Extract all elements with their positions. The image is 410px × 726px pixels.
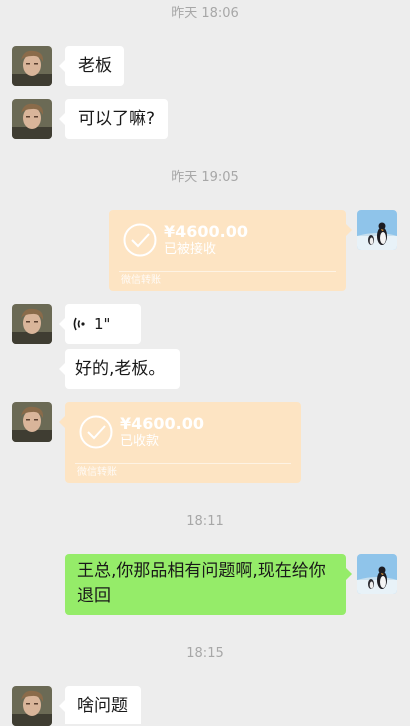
transfer-divider xyxy=(119,271,336,272)
transfer-status: 已被接收 xyxy=(164,242,217,257)
check-circle-icon xyxy=(79,415,113,449)
timestamp: 昨天 18:06 xyxy=(171,6,239,21)
contact-avatar[interactable] xyxy=(12,402,52,442)
message-text: 可以了嘛? xyxy=(78,109,156,129)
voice-message-bubble[interactable]: 1" xyxy=(59,304,141,344)
transfer-status: 已收款 xyxy=(120,434,160,449)
transfer-divider xyxy=(75,463,291,464)
transfer-footer: 微信转账 xyxy=(121,275,161,286)
voice-duration: 1" xyxy=(94,315,111,333)
message-bubble[interactable]: 老板 xyxy=(59,46,124,86)
message-bubble[interactable]: 可以了嘛? xyxy=(59,99,168,139)
transfer-card-received[interactable]: ¥4600.00 已收款 微信转账 xyxy=(59,402,301,483)
transfer-card-sent[interactable]: ¥4600.00 已被接收 微信转账 xyxy=(109,210,352,291)
contact-avatar[interactable] xyxy=(12,304,52,344)
timestamp: 18:11 xyxy=(186,514,224,529)
check-circle-icon xyxy=(123,223,157,257)
transfer-amount: ¥4600.00 xyxy=(120,414,205,433)
message-bubble[interactable]: 啥问题 xyxy=(59,686,141,724)
contact-avatar[interactable] xyxy=(12,46,52,86)
message-text: 王总,你那品相有问题啊,现在给你退回 xyxy=(77,561,326,606)
message-text: 啥问题 xyxy=(77,696,128,716)
voice-wave-icon xyxy=(73,317,85,331)
message-text: 好的,老板。 xyxy=(75,359,166,379)
contact-avatar[interactable] xyxy=(12,686,52,726)
transfer-footer: 微信转账 xyxy=(77,467,117,478)
message-text: 老板 xyxy=(78,56,112,76)
message-bubble-self[interactable]: 王总,你那品相有问题啊,现在给你退回 xyxy=(65,554,352,615)
timestamp: 昨天 19:05 xyxy=(171,170,239,185)
transfer-amount: ¥4600.00 xyxy=(164,222,249,241)
self-avatar[interactable] xyxy=(357,210,397,250)
message-bubble[interactable]: 好的,老板。 xyxy=(59,349,180,389)
timestamp: 18:15 xyxy=(186,646,224,661)
contact-avatar[interactable] xyxy=(12,99,52,139)
self-avatar[interactable] xyxy=(357,554,397,594)
